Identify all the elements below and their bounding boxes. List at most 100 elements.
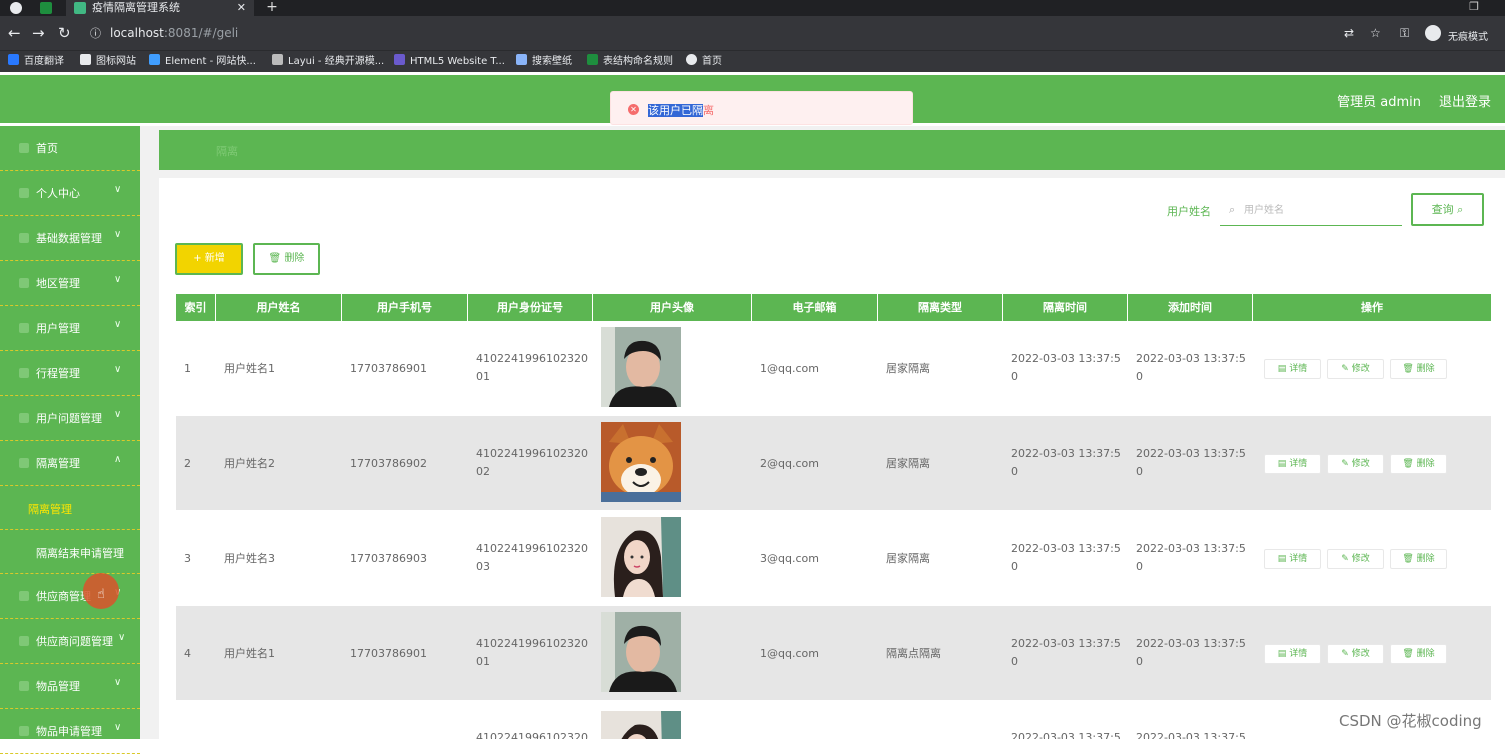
key-icon[interactable]: ⚿ [1400,26,1409,41]
sheets-tab-icon[interactable] [40,2,52,14]
bookmark-item[interactable]: Layui - 经典开源模... [272,54,384,70]
doc-icon: ▤ [1277,554,1287,564]
cell-type: 隔离点隔离 [886,647,941,660]
delete-button[interactable]: 🗑 删除 [1390,359,1447,379]
bookmark-item[interactable]: Element - 网站快... [149,54,256,70]
vue-logo-icon [74,2,86,14]
sidebar-item-region[interactable]: 地区管理 ∨ [0,261,140,306]
star-icon[interactable]: ☆ [1370,26,1381,40]
search-icon: ⌕ [1457,203,1464,216]
edit-button[interactable]: ✎ 修改 [1327,549,1384,569]
query-button[interactable]: 查询 ⌕ [1411,193,1484,226]
delete-button[interactable]: 🗑 删除 [1390,644,1447,664]
new-tab-icon[interactable]: + [264,0,280,16]
search-field[interactable]: ⌕ [1220,194,1402,226]
url-path: :8081/#/geli [163,26,239,40]
cell-t1: 2022-03-03 13:37:5 0 [1011,542,1121,573]
table-row: 1 用户姓名1 17703786901 4102241996102320 01 1@qq.… [176,321,1491,415]
cell-id: 4102241996102320 03 [476,542,588,573]
bookmark-icon [80,54,91,65]
bookmark-icon [587,54,598,65]
url-field[interactable]: localhost:8081/#/geli [110,26,238,40]
doc-icon: ▤ [1277,364,1287,374]
menu-icon [19,233,29,243]
bookmark-item[interactable]: HTML5 Website T... [394,54,505,70]
bookmark-item[interactable]: 图标网站 [80,54,136,70]
logout-link[interactable]: 退出登录 [1439,91,1491,110]
sidebar-item-goods-apply[interactable]: 物品申请管理 ∨ [0,709,140,754]
bookmark-item[interactable]: 表结构命名规则 [587,54,673,70]
bookmark-icon [686,54,697,65]
sidebar-item-users[interactable]: 用户管理 ∨ [0,306,140,351]
cell-id: 4102241996102320 01 [476,637,588,668]
translate-icon[interactable]: ⇄ [1344,26,1354,40]
cell-name: 用户姓名2 [224,457,275,470]
column-header: 用户手机号 [342,294,468,321]
sidebar-subitem-isolation[interactable]: 隔离管理 [0,486,140,530]
forward-icon[interactable]: → [32,24,45,42]
sidebar-item-user-issues[interactable]: 用户问题管理 ∨ [0,396,140,441]
bookmark-item[interactable]: 首页 [686,54,722,70]
cell-t1: 2022-03-03 13:37:5 0 [1011,447,1121,478]
cell-type: 居家隔离 [886,457,930,470]
menu-icon [19,726,29,736]
window-restore-icon[interactable]: ❐ [1469,0,1479,13]
cell-t1: 2022-03-03 13:37:5 0 [1011,352,1121,383]
user-avatar [601,422,681,502]
user-avatar [601,711,681,739]
sidebar-item-home[interactable]: 首页 [0,126,140,171]
cell-t2: 2022-03-03 13:37:5 0 [1136,447,1246,478]
cell-index: 4 [184,646,191,660]
bookmark-item[interactable]: 百度翻译 [8,54,64,70]
sidebar-subitem-isolation-end[interactable]: 隔离结束申请管理 [0,530,140,574]
detail-button[interactable]: ▤ 详情 [1264,549,1321,569]
column-header: 用户姓名 [216,294,342,321]
back-icon[interactable]: ← [8,24,21,42]
sidebar-item-itinerary[interactable]: 行程管理 ∨ [0,351,140,396]
incognito-icon[interactable] [1425,25,1441,41]
sidebar: 首页 个人中心 ∨ 基础数据管理 ∨ 地区管理 ∨ 用户管理 ∨ 行程管理 ∨ 用户问题管… [0,126,140,754]
home-icon [19,143,29,153]
browser-app-icon[interactable] [10,2,22,14]
delete-button[interactable]: 🗑 删除 [1390,549,1447,569]
add-button[interactable]: + 新增 [175,243,243,275]
edit-button[interactable]: ✎ 修改 [1327,454,1384,474]
search-input[interactable] [1244,201,1394,219]
plus-icon: + [193,253,202,264]
sidebar-item-goods[interactable]: 物品管理 ∨ [0,664,140,709]
address-bar: ← → ↻ ⓘ localhost:8081/#/geli ⇄ ☆ ⚿ 无痕模式 [0,16,1505,50]
edit-icon: ✎ [1341,649,1349,659]
edit-button[interactable]: ✎ 修改 [1327,359,1384,379]
info-icon[interactable]: ⓘ [90,25,101,43]
detail-button[interactable]: ▤ 详情 [1264,454,1321,474]
bookmark-icon [516,54,527,65]
batch-delete-button[interactable]: 🗑 删除 [253,243,320,275]
delete-button[interactable]: 🗑 删除 [1390,454,1447,474]
cell-index: 1 [184,361,191,375]
sidebar-item-basic-data[interactable]: 基础数据管理 ∨ [0,216,140,261]
cell-t1: 2022-03-03 13:37:5 [1011,731,1121,739]
error-toast: ✕ 该用户已隔离 [610,91,913,125]
cell-type: 居家隔离 [886,362,930,375]
tab-active[interactable]: 疫情隔离管理系统 ✕ [66,0,254,16]
cell-index: 3 [184,551,191,565]
detail-button[interactable]: ▤ 详情 [1264,644,1321,664]
sidebar-item-isolation[interactable]: 隔离管理 ∧ [0,441,140,486]
chevron-down-icon: ∨ [118,632,126,643]
column-header: 电子邮箱 [752,294,878,321]
chevron-up-icon: ∧ [114,454,122,465]
cell-email: 3@qq.com [760,551,819,565]
sidebar-item-profile[interactable]: 个人中心 ∨ [0,171,140,216]
bookmark-item[interactable]: 搜索壁纸 [516,54,572,70]
cell-email: 1@qq.com [760,361,819,375]
cell-phone: 17703786901 [350,646,427,660]
tab-close-icon[interactable]: ✕ [237,0,246,15]
column-header: 索引 [176,294,216,321]
sidebar-item-suppliers[interactable]: 供应商管理∨ [0,574,140,619]
menu-icon [19,278,29,288]
reload-icon[interactable]: ↻ [58,24,71,42]
bookmark-icon [149,54,160,65]
detail-button[interactable]: ▤ 详情 [1264,359,1321,379]
edit-button[interactable]: ✎ 修改 [1327,644,1384,664]
sidebar-item-supplier-issues[interactable]: 供应商问题管理 ∨ [0,619,140,664]
